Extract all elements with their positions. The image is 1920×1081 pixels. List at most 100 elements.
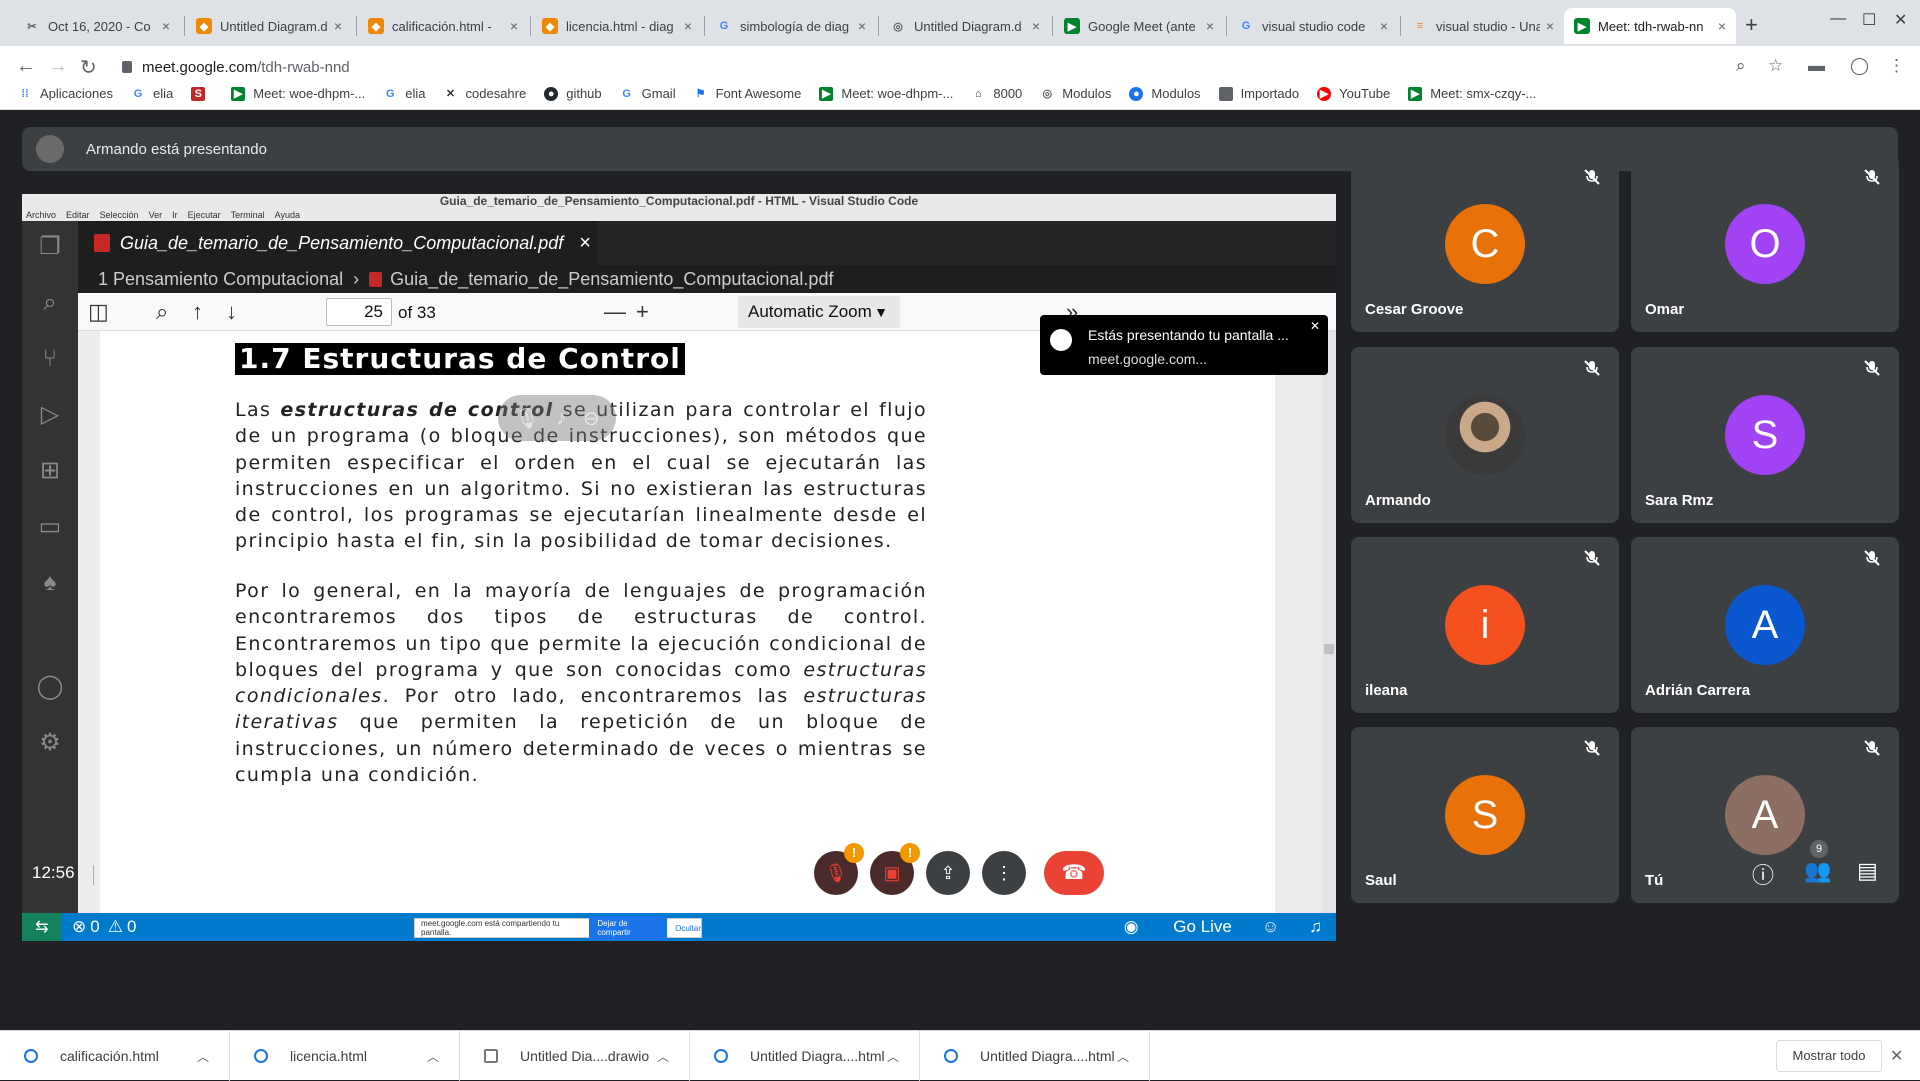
browser-tab[interactable]: ≡ visual studio - Una × xyxy=(1402,8,1564,44)
bookmark[interactable]: ◎ Modulos xyxy=(1040,86,1111,101)
participant-tile[interactable]: i ileana xyxy=(1351,537,1619,713)
menu-item[interactable]: Archivo xyxy=(26,210,56,220)
editor-tab[interactable]: Guia_de_temario_de_Pensamiento_Computaci… xyxy=(78,221,598,265)
download-item[interactable]: Untitled Diagra....html ︿ xyxy=(690,1031,920,1081)
zoom-out-icon[interactable]: — xyxy=(604,299,626,325)
run-debug-icon[interactable]: ▷ xyxy=(36,401,64,429)
bookmark[interactable]: ⚑ Font Awesome xyxy=(694,86,802,101)
bookmark[interactable]: Importado xyxy=(1218,86,1299,101)
bookmark[interactable]: G Gmail xyxy=(620,86,675,101)
participant-tile[interactable]: S Saul xyxy=(1351,727,1619,903)
download-item[interactable]: calificación.html ︿ xyxy=(0,1031,230,1081)
camera-toggle-button[interactable]: ▣! xyxy=(870,843,920,895)
bookmark[interactable]: ▶ Meet: woe-dhpm-... xyxy=(231,86,365,101)
search-icon[interactable]: ⌕ xyxy=(36,289,64,317)
bookmark[interactable]: ▶ Meet: smx-czqy-... xyxy=(1408,86,1536,101)
menu-item[interactable]: Ver xyxy=(149,210,163,220)
forward-icon[interactable]: → xyxy=(48,55,68,78)
browser-tab-active[interactable]: ▶ Meet: tdh-rwab-nn × xyxy=(1564,8,1736,44)
participant-tile[interactable]: S Sara Rmz xyxy=(1631,347,1899,523)
menu-item[interactable]: Ayuda xyxy=(275,210,300,220)
breadcrumb-folder[interactable]: 1 Pensamiento Computacional xyxy=(98,269,343,290)
menu-item[interactable]: Ejecutar xyxy=(188,210,221,220)
chevron-up-icon[interactable]: ︿ xyxy=(427,1048,439,1065)
browser-tab[interactable]: ◎ Untitled Diagram.d × xyxy=(880,8,1050,44)
minimize-icon[interactable]: — xyxy=(1830,10,1846,28)
bookmark[interactable]: ▶ Meet: woe-dhpm-... xyxy=(819,86,953,101)
arrow-down-icon[interactable]: ↓ xyxy=(226,299,237,325)
chat-icon[interactable]: ▤ xyxy=(1857,858,1878,884)
browser-tab[interactable]: ▶ Google Meet (ante × xyxy=(1054,8,1224,44)
bookmark[interactable]: ▶ YouTube xyxy=(1317,86,1390,101)
scrollbar[interactable] xyxy=(1322,331,1336,913)
back-icon[interactable]: ← xyxy=(16,55,36,78)
reload-icon[interactable]: ↻ xyxy=(80,55,97,80)
bookmark[interactable]: ✕ codesahre xyxy=(444,86,526,101)
volume-off-icon[interactable]: ♪ xyxy=(556,407,566,430)
chevron-up-icon[interactable]: ︿ xyxy=(657,1048,669,1065)
close-window-icon[interactable]: ✕ xyxy=(1894,10,1907,30)
feedback-icon[interactable]: ☺ xyxy=(1262,917,1279,937)
account-icon[interactable]: ◯ xyxy=(36,673,64,701)
breadcrumb-file[interactable]: Guia_de_temario_de_Pensamiento_Computaci… xyxy=(390,269,833,290)
zoom-in-icon[interactable]: + xyxy=(636,299,649,325)
explorer-icon[interactable]: ❐ xyxy=(36,233,64,261)
participant-tile[interactable]: C Cesar Groove xyxy=(1351,156,1619,332)
chevron-up-icon[interactable]: ︿ xyxy=(1117,1048,1129,1065)
maximize-icon[interactable]: ☐ xyxy=(1862,10,1876,30)
star-icon[interactable]: ☆ xyxy=(1768,56,1783,76)
close-icon[interactable]: ✕ xyxy=(1310,319,1320,333)
download-item[interactable]: licencia.html ︿ xyxy=(230,1031,460,1081)
source-control-icon[interactable]: ⑂ xyxy=(36,345,64,373)
close-tab-icon[interactable]: × xyxy=(1032,18,1040,34)
gear-icon[interactable]: ⚙ xyxy=(36,729,64,757)
close-icon[interactable]: ✕ xyxy=(1890,1046,1903,1066)
leave-call-button[interactable]: ☎ xyxy=(1044,851,1104,895)
close-tab-icon[interactable]: × xyxy=(858,18,866,34)
stop-sharing-button[interactable]: Dejar de compartir xyxy=(589,916,668,940)
close-tab-icon[interactable]: × xyxy=(1206,18,1214,34)
bookmark[interactable]: ● github xyxy=(544,86,602,101)
participant-tile[interactable]: Armando xyxy=(1351,347,1619,523)
leaf-icon[interactable]: ♠ xyxy=(36,569,64,597)
remote-icon[interactable]: ⇆ xyxy=(22,913,62,941)
warnings-icon[interactable]: ⚠ xyxy=(108,917,123,937)
meeting-code[interactable]: tdh-rwab-nnd xyxy=(102,863,202,883)
errors-icon[interactable]: ⊗ xyxy=(72,917,86,937)
download-item[interactable]: Untitled Diagra....html ︿ xyxy=(920,1031,1150,1081)
hide-button[interactable]: Ocultar xyxy=(675,924,701,933)
scrollbar-thumb[interactable] xyxy=(1324,644,1334,654)
arrow-up-icon[interactable]: ↑ xyxy=(192,299,203,325)
participant-tile[interactable]: A Adrián Carrera xyxy=(1631,537,1899,713)
chevron-up-icon[interactable]: ︿ xyxy=(887,1048,899,1065)
close-tab-icon[interactable]: × xyxy=(1546,18,1554,34)
bookmark[interactable]: Gelia xyxy=(131,86,174,101)
zoom-icon[interactable]: ⌕ xyxy=(1736,56,1746,76)
zoom-select[interactable]: Automatic Zoom ▼ xyxy=(738,296,900,328)
menu-item[interactable]: Ir xyxy=(172,210,178,220)
browser-tab[interactable]: ◆ Untitled Diagram.d × xyxy=(186,8,352,44)
menu-item[interactable]: Terminal xyxy=(231,210,265,220)
close-tab-icon[interactable]: × xyxy=(1718,18,1726,34)
close-tab-icon[interactable]: × xyxy=(684,18,692,34)
new-tab-button[interactable]: + xyxy=(1745,12,1758,38)
close-tab-icon[interactable]: × xyxy=(162,18,170,34)
chevron-up-icon[interactable]: ︿ xyxy=(197,1048,209,1065)
remote-explorer-icon[interactable]: ▭ xyxy=(36,513,64,541)
mic-off-icon[interactable]: 🎙 xyxy=(514,406,539,431)
participant-tile[interactable]: O Omar xyxy=(1631,156,1899,332)
close-tab-icon[interactable]: × xyxy=(1380,18,1388,34)
page-number-input[interactable]: 25 xyxy=(326,298,392,326)
present-button[interactable]: ⇪ xyxy=(926,851,970,895)
bookmark[interactable]: Gelia xyxy=(383,86,426,101)
extensions-icon[interactable]: ⊞ xyxy=(36,457,64,485)
extension-icon[interactable]: ▬ xyxy=(1808,56,1825,76)
browser-tab[interactable]: ◆ calificación.html - × xyxy=(358,8,528,44)
go-live-button[interactable]: ◉ Go Live xyxy=(1094,917,1232,937)
sidebar-toggle-icon[interactable]: ◫ xyxy=(88,299,109,325)
browser-tab[interactable]: Gsimbología de diag × xyxy=(706,8,876,44)
more-options-button[interactable]: ⋮ xyxy=(982,851,1026,895)
mic-toggle-button[interactable]: 🎙! xyxy=(814,843,864,895)
minus-circle-icon[interactable]: ⊖ xyxy=(583,406,600,431)
close-tab-icon[interactable]: × xyxy=(334,18,342,34)
